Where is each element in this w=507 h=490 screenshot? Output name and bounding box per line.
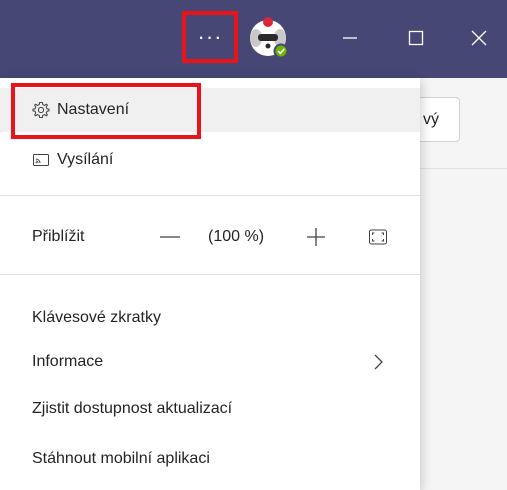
settings-menu: Nastavení Vysílání Přiblížit (100 %) Klá… bbox=[0, 78, 420, 490]
more-options-label: ··· bbox=[197, 24, 223, 49]
close-button[interactable] bbox=[463, 22, 495, 54]
menu-separator bbox=[0, 274, 420, 275]
menu-item-broadcast[interactable]: Vysílání bbox=[0, 138, 420, 182]
title-bar: ··· bbox=[0, 0, 507, 78]
background-divider bbox=[420, 168, 507, 169]
zoom-out-button[interactable] bbox=[158, 215, 182, 259]
maximize-button[interactable] bbox=[400, 22, 432, 54]
menu-item-shortcuts[interactable]: Klávesové zkratky bbox=[0, 296, 420, 340]
zoom-in-button[interactable] bbox=[305, 215, 327, 259]
download-mobile-label: Stáhnout mobilní aplikaci bbox=[32, 450, 210, 467]
cast-icon bbox=[32, 138, 50, 182]
maximize-icon bbox=[408, 30, 424, 46]
minimize-button[interactable] bbox=[334, 22, 366, 54]
menu-item-about[interactable]: Informace bbox=[0, 340, 420, 384]
chevron-right-icon bbox=[372, 340, 384, 384]
avatar[interactable] bbox=[248, 16, 290, 60]
menu-item-check-updates[interactable]: Zjistit dostupnost aktualizací bbox=[0, 387, 420, 431]
check-updates-label: Zjistit dostupnost aktualizací bbox=[32, 400, 233, 417]
zoom-label: Přiblížit bbox=[32, 228, 85, 245]
fullscreen-button[interactable] bbox=[368, 215, 388, 259]
minus-icon bbox=[160, 236, 180, 238]
avatar-image bbox=[250, 17, 289, 59]
plus-icon bbox=[307, 228, 325, 246]
presence-badge bbox=[273, 43, 289, 59]
close-icon bbox=[471, 30, 487, 46]
menu-item-download-mobile[interactable]: Stáhnout mobilní aplikaci bbox=[0, 437, 420, 481]
minimize-icon bbox=[343, 37, 357, 39]
menu-separator bbox=[0, 195, 420, 196]
settings-highlight bbox=[11, 83, 201, 139]
zoom-row: Přiblížit (100 %) bbox=[0, 215, 420, 259]
shortcuts-label: Klávesové zkratky bbox=[32, 309, 161, 326]
more-options-button[interactable]: ··· bbox=[182, 11, 238, 63]
fullscreen-icon bbox=[369, 229, 387, 245]
zoom-value: (100 %) bbox=[208, 228, 265, 245]
background-button-label: vý bbox=[423, 111, 439, 128]
about-label: Informace bbox=[32, 353, 104, 370]
broadcast-label: Vysílání bbox=[57, 151, 114, 168]
